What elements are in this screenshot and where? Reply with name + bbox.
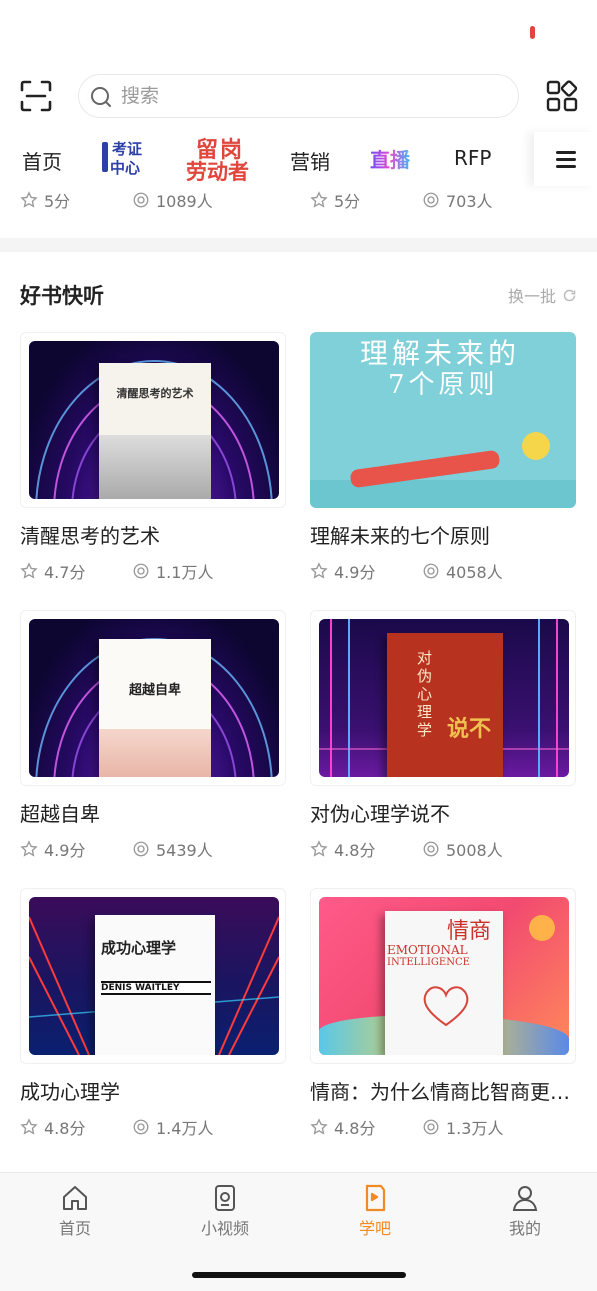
book-card[interactable]: 理解未来的 7个原则 理解未来的七个原则 4.9分 4058人: [310, 332, 576, 582]
heart-icon: [423, 986, 469, 1027]
refresh-icon: [563, 289, 576, 301]
tab-home[interactable]: 首页: [22, 146, 62, 175]
tab-live[interactable]: 直播: [370, 144, 410, 173]
top-bar: [0, 70, 597, 122]
star-icon: [20, 840, 38, 857]
book-views: 4058人: [422, 559, 503, 583]
refresh-label: 换一批: [508, 287, 557, 306]
eye-icon: [423, 563, 439, 579]
eye-icon: [423, 192, 439, 208]
book-rating: 4.8分: [310, 1115, 375, 1139]
search-icon: [91, 87, 111, 107]
book-icon: [365, 1184, 386, 1212]
refresh-button[interactable]: 换一批: [508, 283, 577, 307]
book-title[interactable]: 情商：为什么情商比智商更重要: [310, 1076, 576, 1105]
prev-rating-2: 5分: [310, 188, 360, 212]
tabbar-study[interactable]: 学吧: [325, 1181, 425, 1245]
book-views: 5008人: [422, 837, 503, 861]
prev-views-1: 1089人: [132, 188, 213, 212]
user-icon: [512, 1186, 538, 1211]
book-card[interactable]: 对伪心理学 说不 对伪心理学说不 4.8分 5008人: [310, 610, 576, 860]
tabbar-video[interactable]: 小视频: [175, 1181, 275, 1245]
cert-label-2: 中心: [110, 159, 141, 177]
apps-button[interactable]: [544, 78, 580, 114]
section-title: 好书快听: [20, 284, 104, 308]
book-title[interactable]: 理解未来的七个原则: [310, 520, 576, 549]
book-cover: 对伪心理学 说不: [310, 610, 576, 786]
book-views: 1.4万人: [132, 1115, 213, 1139]
book-title[interactable]: 对伪心理学说不: [310, 798, 576, 827]
book-card[interactable]: 成功心理学 DENIS WAITLEY 成功心理学 4.8分 1.4万人: [20, 888, 286, 1138]
tab-marketing[interactable]: 营销: [290, 146, 330, 175]
menu-icon: [556, 151, 576, 154]
tab-rfp[interactable]: RFP: [454, 146, 491, 170]
labor-label-2: 劳动者: [186, 160, 249, 184]
search-input[interactable]: [121, 81, 501, 111]
eye-icon: [133, 1119, 149, 1135]
book-card[interactable]: 情商 EMOTIONAL INTELLIGENCE 情商：为什么情商比智商更重要…: [310, 888, 576, 1138]
eye-icon: [133, 841, 149, 857]
home-indicator: [192, 1272, 406, 1278]
sun: [522, 432, 550, 460]
tabbar-me[interactable]: 我的: [475, 1181, 575, 1245]
prev-rating-1: 5分: [20, 188, 70, 212]
star-icon: [20, 191, 38, 208]
book-jacket: 对伪心理学 说不: [387, 633, 503, 777]
more-categories-button[interactable]: [534, 132, 597, 186]
status-bar: [0, 0, 597, 64]
recording-indicator: [530, 26, 535, 39]
star-icon: [310, 840, 328, 857]
book-jacket: 成功心理学 DENIS WAITLEY: [95, 915, 215, 1055]
star-icon: [310, 1118, 328, 1135]
tab-labor[interactable]: 留岗 劳动者: [186, 132, 252, 184]
book-card[interactable]: 超越自卑 超越自卑 4.9分 5439人: [20, 610, 286, 860]
book-card[interactable]: 清醒思考的艺术 清醒思考的艺术 4.7分 1.1万人: [20, 332, 286, 582]
book-jacket: 情商 EMOTIONAL INTELLIGENCE: [385, 911, 503, 1055]
cert-label-1: 考证: [112, 140, 143, 158]
book-rating: 4.9分: [20, 837, 85, 861]
scan-icon: [20, 80, 52, 112]
book-cover: 超越自卑: [20, 610, 286, 786]
book-views: 1.3万人: [422, 1115, 503, 1139]
book-title[interactable]: 超越自卑: [20, 798, 286, 827]
home-icon: [63, 1186, 87, 1210]
book-rating: 4.7分: [20, 559, 85, 583]
video-icon: [215, 1185, 235, 1211]
book-cover: 清醒思考的艺术: [20, 332, 286, 508]
book-jacket: 超越自卑: [99, 639, 211, 777]
book-title[interactable]: 成功心理学: [20, 1076, 286, 1105]
scan-button[interactable]: [18, 78, 54, 114]
book-cover: 理解未来的 7个原则: [310, 332, 576, 508]
book-title[interactable]: 清醒思考的艺术: [20, 520, 286, 549]
book-rating: 4.8分: [20, 1115, 85, 1139]
sun: [529, 915, 555, 941]
search-box[interactable]: [78, 74, 519, 118]
book-rating: 4.9分: [310, 559, 375, 583]
star-icon: [20, 1118, 38, 1135]
book-rating: 4.8分: [310, 837, 375, 861]
book-jacket: 清醒思考的艺术: [99, 363, 211, 499]
star-icon: [20, 562, 38, 579]
tab-cert-center[interactable]: 考证 中心: [102, 136, 150, 178]
book-views: 5439人: [132, 837, 213, 861]
book-views: 1.1万人: [132, 559, 213, 583]
tabbar-home[interactable]: 首页: [25, 1181, 125, 1245]
book-cover: 成功心理学 DENIS WAITLEY: [20, 888, 286, 1064]
apps-grid-icon: [546, 80, 578, 112]
eye-icon: [133, 192, 149, 208]
section-divider: [0, 238, 597, 252]
eye-icon: [423, 841, 439, 857]
star-icon: [310, 191, 328, 208]
star-icon: [310, 562, 328, 579]
eye-icon: [423, 1119, 439, 1135]
book-cover: 情商 EMOTIONAL INTELLIGENCE: [310, 888, 576, 1064]
previous-row: 5分 1089人 5分 703人: [0, 186, 597, 216]
category-tabs: 首页 考证 中心 留岗 劳动者 营销 直播 RFP: [0, 132, 597, 186]
prev-views-2: 703人: [422, 188, 493, 212]
cert-logo-bar: [102, 142, 108, 172]
eye-icon: [133, 563, 149, 579]
